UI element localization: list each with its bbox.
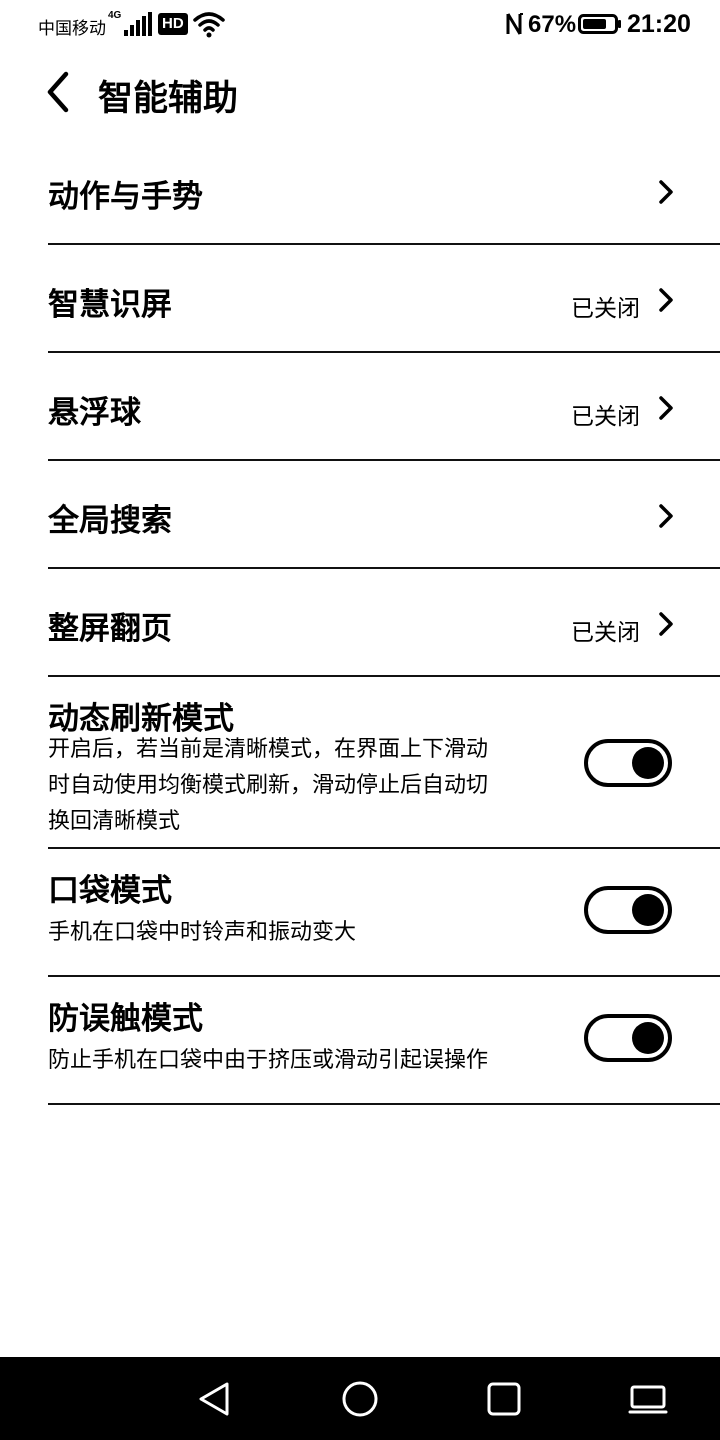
back-arrow-icon[interactable]: [40, 70, 80, 114]
description-line: 手机在口袋中时铃声和振动变大: [48, 920, 357, 945]
settings-item-floating-ball[interactable]: 悬浮球 已关闭: [48, 353, 720, 461]
settings-item-global-search[interactable]: 全局搜索: [48, 461, 720, 569]
settings-item-label: 整屏翻页: [48, 611, 172, 647]
header: 智能辅助: [0, 58, 720, 128]
settings-item-gestures[interactable]: 动作与手势: [48, 137, 720, 245]
settings-item-description: 手机在口袋中时铃声和振动变大: [48, 915, 548, 951]
nfc-icon: [506, 13, 523, 35]
page-title: 智能辅助: [98, 79, 239, 119]
description-line: 开启后，若当前是清晰模式，在界面上下滑动: [48, 737, 489, 762]
system-nav-bar: [0, 1357, 720, 1440]
settings-item-description: 防止手机在口袋中由于挤压或滑动引起误操作: [48, 1043, 568, 1079]
battery-icon: [578, 14, 621, 34]
settings-item-smart-screen[interactable]: 智慧识屏 已关闭: [48, 245, 720, 353]
toggle-knob: [632, 1022, 664, 1054]
settings-item-label: 动作与手势: [48, 179, 203, 215]
settings-item-label: 悬浮球: [48, 395, 141, 431]
settings-item-dynamic-refresh: 动态刷新模式 开启后，若当前是清晰模式，在界面上下滑动 时自动使用均衡模式刷新，…: [48, 677, 720, 849]
settings-item-pocket-mode: 口袋模式 手机在口袋中时铃声和振动变大: [48, 849, 720, 977]
network-type: 4G: [108, 10, 122, 21]
settings-item-label: 智慧识屏: [48, 287, 172, 323]
chevron-right-icon: [659, 504, 673, 528]
chevron-right-icon: [659, 180, 673, 204]
status-bar: 中国移动 4G HD 67% 21:20: [0, 0, 720, 48]
chevron-right-icon: [659, 612, 673, 636]
chevron-right-icon: [659, 288, 673, 312]
settings-item-anti-mistouch: 防误触模式 防止手机在口袋中由于挤压或滑动引起误操作: [48, 977, 720, 1105]
status-text: 已关闭: [571, 404, 640, 430]
carrier-name: 中国移动: [38, 19, 106, 39]
battery-percent: 67%: [528, 11, 577, 38]
chevron-right-icon: [659, 396, 673, 420]
wifi-icon: [193, 12, 225, 38]
toggle-knob: [632, 747, 664, 779]
settings-list: 动作与手势 智慧识屏 已关闭 悬浮球 已关闭 全局搜索 整屏翻页 已关闭 动态刷…: [48, 137, 720, 1105]
recents-square-icon[interactable]: [484, 1379, 524, 1419]
settings-item-description: 开启后，若当前是清晰模式，在界面上下滑动 时自动使用均衡模式刷新，滑动停止后自动…: [48, 732, 548, 840]
screen: 中国移动 4G HD 67% 21:20 智能辅助 动作与手势 智慧识屏 已关闭…: [0, 0, 720, 1440]
dynamic-refresh-toggle[interactable]: [584, 739, 672, 787]
clock: 21:20: [627, 10, 691, 38]
signal-icon: [124, 12, 154, 36]
description-line: 时自动使用均衡模式刷新，滑动停止后自动切: [48, 773, 489, 798]
status-text: 已关闭: [571, 620, 640, 646]
toggle-knob: [632, 894, 664, 926]
settings-item-label: 口袋模式: [48, 873, 172, 909]
back-triangle-icon[interactable]: [195, 1379, 235, 1419]
screen-mirror-icon[interactable]: [628, 1379, 668, 1419]
settings-item-page-flip[interactable]: 整屏翻页 已关闭: [48, 569, 720, 677]
hd-badge: HD: [158, 13, 188, 35]
settings-item-label: 全局搜索: [48, 503, 172, 539]
anti-mistouch-toggle[interactable]: [584, 1014, 672, 1062]
description-line: 防止手机在口袋中由于挤压或滑动引起误操作: [48, 1048, 489, 1073]
home-circle-icon[interactable]: [340, 1379, 380, 1419]
pocket-mode-toggle[interactable]: [584, 886, 672, 934]
settings-item-label: 防误触模式: [48, 1001, 203, 1037]
description-line: 换回清晰模式: [48, 809, 181, 834]
status-text: 已关闭: [571, 296, 640, 322]
